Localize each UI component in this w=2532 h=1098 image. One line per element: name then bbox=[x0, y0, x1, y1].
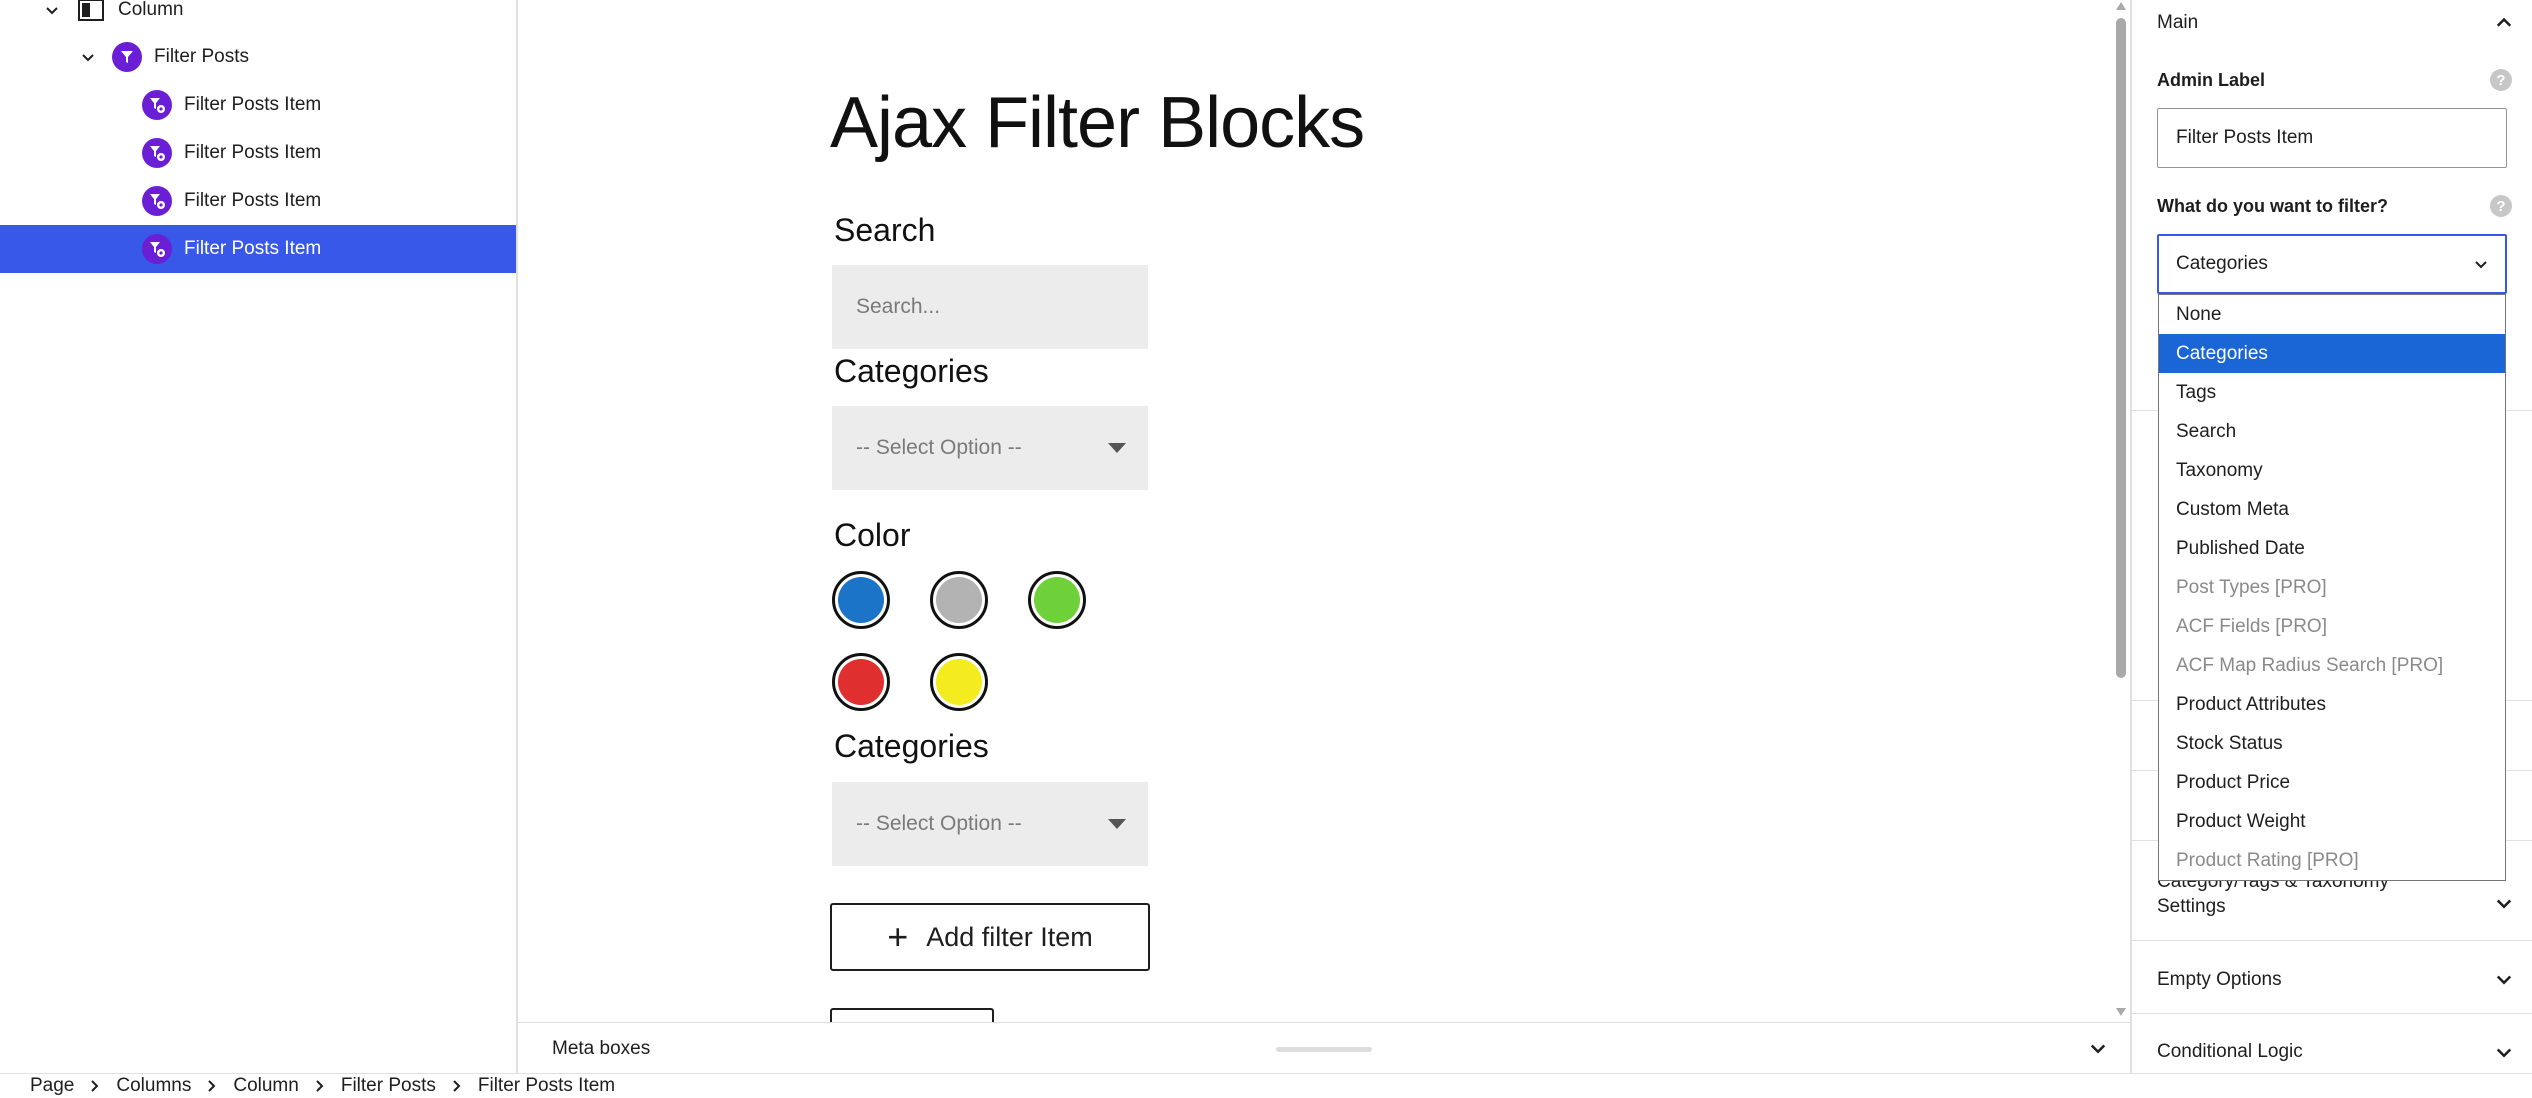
add-filter-item-label: Add filter Item bbox=[926, 921, 1093, 952]
chevron-right-icon bbox=[207, 1080, 217, 1092]
filter-type-label: What do you want to filter? bbox=[2157, 196, 2388, 216]
caret-down-icon bbox=[1108, 443, 1126, 453]
categories-field-label: Categories bbox=[834, 353, 989, 389]
search-input[interactable]: Search... bbox=[832, 265, 1148, 349]
panel-title: Empty Options bbox=[2157, 969, 2282, 990]
color-swatch-gray[interactable] bbox=[930, 571, 988, 629]
column-block-icon bbox=[76, 0, 106, 25]
chevron-right-icon bbox=[315, 1080, 325, 1092]
help-icon[interactable]: ? bbox=[2490, 69, 2512, 91]
chevron-down-icon bbox=[2473, 256, 2489, 272]
dropdown-option[interactable]: Stock Status bbox=[2159, 724, 2505, 763]
chevron-right-icon bbox=[452, 1080, 462, 1092]
dropdown-option[interactable]: Product Weight bbox=[2159, 802, 2505, 841]
breadcrumb-item-current: Filter Posts Item bbox=[477, 1075, 616, 1096]
color-swatch-blue[interactable] bbox=[832, 571, 890, 629]
dropdown-option[interactable]: Product Attributes bbox=[2159, 685, 2505, 724]
color-swatch-yellow[interactable] bbox=[930, 653, 988, 711]
filter-type-value: Categories bbox=[2176, 253, 2268, 274]
dropdown-option[interactable]: Custom Meta bbox=[2159, 490, 2505, 529]
dropdown-option[interactable]: ACF Map Radius Search [PRO] bbox=[2159, 646, 2505, 685]
filter-posts-item-icon bbox=[142, 234, 172, 264]
select-value: -- Select Option -- bbox=[856, 436, 1022, 459]
list-item-label: Filter Posts Item bbox=[184, 142, 322, 163]
editor-canvas: Ajax Filter Blocks Search Search... Cate… bbox=[518, 0, 2112, 1022]
partial-block[interactable] bbox=[830, 1008, 994, 1022]
list-item-label: Column bbox=[118, 0, 184, 20]
page-title[interactable]: Ajax Filter Blocks bbox=[830, 82, 1365, 164]
categories-select[interactable]: -- Select Option -- bbox=[832, 782, 1148, 866]
filter-posts-icon bbox=[112, 42, 142, 72]
chevron-up-icon[interactable] bbox=[2494, 12, 2514, 32]
main-panel-title[interactable]: Main bbox=[2157, 12, 2198, 34]
select-value: -- Select Option -- bbox=[856, 812, 1022, 835]
resize-handle[interactable] bbox=[1276, 1047, 1372, 1052]
color-field-label: Color bbox=[834, 517, 911, 553]
dropdown-option[interactable]: Taxonomy bbox=[2159, 451, 2505, 490]
panel-empty-options[interactable]: Empty Options bbox=[2132, 940, 2532, 1013]
chevron-down-icon[interactable] bbox=[42, 0, 62, 20]
caret-down-icon bbox=[1108, 819, 1126, 829]
filter-posts-item-icon bbox=[142, 186, 172, 216]
block-settings-sidebar: Main Admin Label ? Filter Posts Item Wha… bbox=[2130, 0, 2532, 1073]
color-swatch-red[interactable] bbox=[832, 653, 890, 711]
chevron-down-icon[interactable] bbox=[2494, 893, 2514, 913]
list-item-label: Filter Posts Item bbox=[184, 190, 322, 211]
breadcrumb-item[interactable]: Columns bbox=[116, 1075, 191, 1097]
dropdown-option[interactable]: Tags bbox=[2159, 373, 2505, 412]
admin-label-value: Filter Posts Item bbox=[2176, 127, 2314, 148]
list-item-label: Filter Posts bbox=[154, 46, 250, 67]
meta-boxes-label: Meta boxes bbox=[552, 1037, 651, 1059]
help-icon[interactable]: ? bbox=[2490, 195, 2512, 217]
dropdown-option[interactable]: Product Price bbox=[2159, 763, 2505, 802]
scroll-up-icon[interactable] bbox=[2116, 2, 2126, 10]
panel-conditional-logic[interactable]: Conditional Logic bbox=[2132, 1013, 2532, 1073]
dropdown-option[interactable]: Search bbox=[2159, 412, 2505, 451]
list-view-panel: Column Filter Posts Filter Posts Item Fi… bbox=[0, 0, 518, 1073]
breadcrumb: Page Columns Column Filter Posts Filter … bbox=[0, 1073, 2532, 1098]
list-item-filter-posts-item-selected[interactable]: Filter Posts Item bbox=[0, 225, 516, 273]
add-filter-item-button[interactable]: + Add filter Item bbox=[830, 903, 1150, 971]
filter-type-select[interactable]: Categories bbox=[2157, 234, 2507, 294]
dropdown-option[interactable]: Categories bbox=[2159, 334, 2505, 373]
chevron-right-icon bbox=[90, 1080, 100, 1092]
admin-label-label: Admin Label bbox=[2157, 70, 2266, 90]
filter-type-dropdown-list: None Categories Tags Search Taxonomy Custom M… bbox=[2158, 294, 2506, 881]
list-item-filter-posts-item[interactable]: Filter Posts Item bbox=[0, 177, 516, 225]
meta-boxes-bar[interactable]: Meta boxes bbox=[518, 1022, 2130, 1074]
dropdown-option[interactable]: Product Rating [PRO] bbox=[2159, 841, 2505, 880]
scroll-down-icon[interactable] bbox=[2116, 1008, 2126, 1016]
search-placeholder: Search... bbox=[856, 295, 941, 318]
dropdown-option[interactable]: None bbox=[2159, 295, 2505, 334]
scrollbar-thumb[interactable] bbox=[2116, 18, 2126, 678]
dropdown-option[interactable]: ACF Fields [PRO] bbox=[2159, 607, 2505, 646]
chevron-down-icon[interactable] bbox=[2494, 969, 2514, 989]
chevron-down-icon[interactable] bbox=[2494, 1042, 2514, 1062]
chevron-down-icon[interactable] bbox=[2088, 1038, 2108, 1058]
color-swatch-green[interactable] bbox=[1028, 571, 1086, 629]
filter-posts-item-icon bbox=[142, 90, 172, 120]
breadcrumb-item[interactable]: Column bbox=[233, 1075, 298, 1097]
list-item-column[interactable]: Column bbox=[0, 0, 516, 34]
search-field-label: Search bbox=[834, 212, 936, 248]
list-item-filter-posts[interactable]: Filter Posts bbox=[0, 33, 516, 81]
dropdown-option[interactable]: Published Date bbox=[2159, 529, 2505, 568]
list-item-filter-posts-item[interactable]: Filter Posts Item bbox=[0, 129, 516, 177]
chevron-down-icon[interactable] bbox=[78, 47, 98, 67]
list-item-label: Filter Posts Item bbox=[184, 94, 322, 115]
categories-field-label: Categories bbox=[834, 728, 989, 764]
breadcrumb-item[interactable]: Filter Posts bbox=[341, 1075, 436, 1097]
breadcrumb-item[interactable]: Page bbox=[30, 1075, 74, 1097]
list-item-filter-posts-item[interactable]: Filter Posts Item bbox=[0, 81, 516, 129]
list-item-label: Filter Posts Item bbox=[184, 238, 322, 259]
admin-label-input[interactable]: Filter Posts Item bbox=[2157, 108, 2507, 168]
canvas-scrollbar[interactable] bbox=[2112, 0, 2130, 1022]
plus-icon: + bbox=[887, 916, 909, 957]
categories-select[interactable]: -- Select Option -- bbox=[832, 406, 1148, 490]
dropdown-option[interactable]: Post Types [PRO] bbox=[2159, 568, 2505, 607]
panel-title: Conditional Logic bbox=[2157, 1041, 2303, 1062]
filter-posts-item-icon bbox=[142, 138, 172, 168]
